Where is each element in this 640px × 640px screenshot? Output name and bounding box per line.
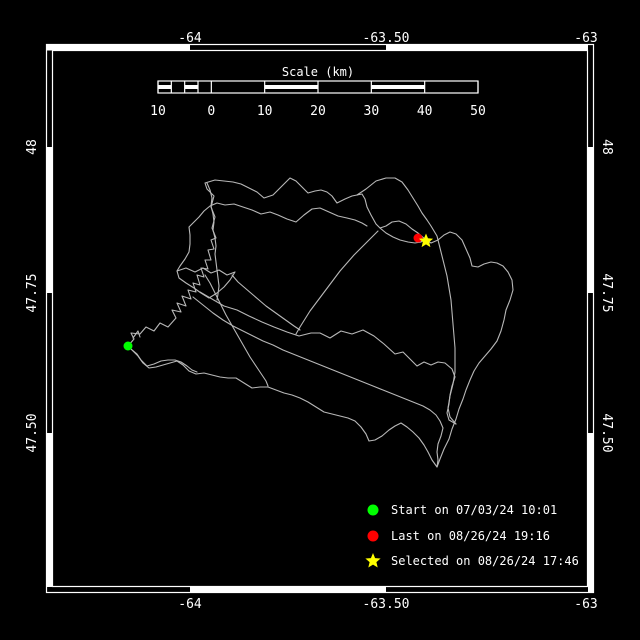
- y-tick-label-right: 48: [599, 139, 614, 155]
- tracking-plot-window: -64 -64 -63.50 -63.50 -63 -63 48 48 47.75 47.75 47…: [0, 0, 640, 640]
- y-tick-label-left: 47.75: [25, 273, 40, 312]
- frame-band-bottom: [588, 587, 594, 593]
- x-tick-label-top: -63: [574, 31, 597, 46]
- y-tick-label-left: 47.50: [25, 413, 40, 452]
- track-map-canvas: -64 -64 -63.50 -63.50 -63 -63 48 48 47.75 47.75 47…: [0, 0, 640, 640]
- x-tick-label-top: -64: [178, 31, 202, 46]
- frame-band-bottom: [190, 587, 386, 593]
- x-tick-label-top: -63.50: [363, 31, 410, 46]
- y-tick-label-right: 47.75: [599, 273, 614, 312]
- frame-band-right: [588, 433, 594, 587]
- x-tick-label-bottom: -64: [178, 597, 202, 612]
- x-tick-label-bottom: -63.50: [363, 597, 410, 612]
- frame-band-right: [588, 147, 594, 293]
- y-tick-label-right: 47.50: [599, 413, 614, 452]
- plot-area[interactable]: [52, 50, 588, 587]
- x-tick-label-bottom: -63: [574, 597, 597, 612]
- y-tick-label-left: 48: [25, 139, 40, 155]
